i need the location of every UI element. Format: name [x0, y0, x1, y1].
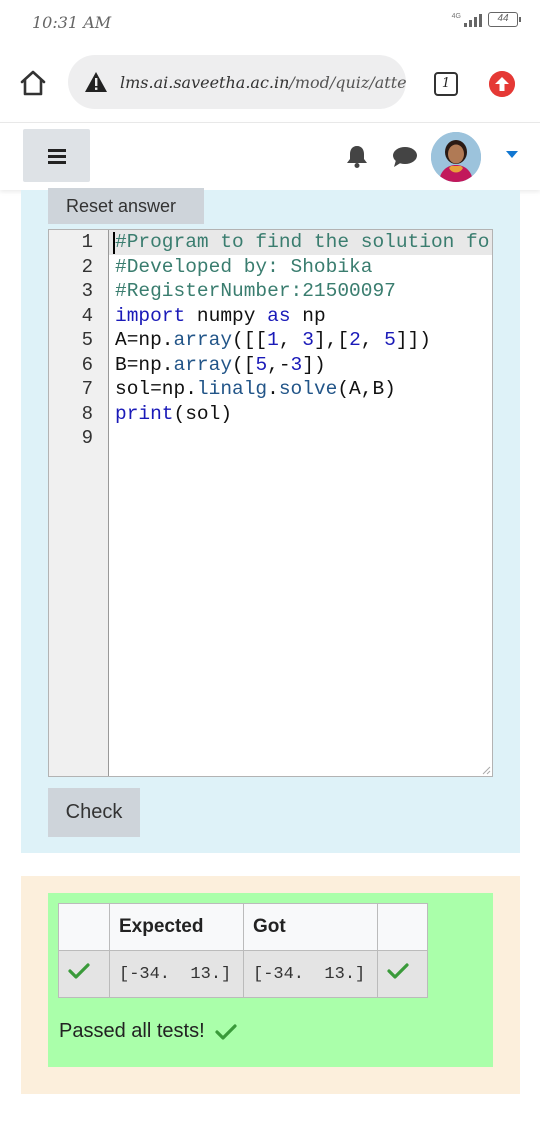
- status-indicators: 4G 44: [452, 12, 521, 27]
- code-token: ,: [278, 329, 303, 351]
- check-icon: [215, 1023, 237, 1040]
- code-token: 1: [267, 329, 279, 351]
- code-editor[interactable]: 123456789 #Program to find the solution …: [48, 229, 493, 777]
- code-token: array: [173, 329, 233, 351]
- header-got: Got: [243, 903, 378, 951]
- code-line[interactable]: sol=np.linalg.solve(A,B): [115, 377, 396, 402]
- code-token: ]]): [395, 329, 431, 351]
- passed-message: Passed all tests!: [59, 1020, 237, 1043]
- battery-icon: 44: [488, 12, 521, 27]
- expected-cell: [-34. 13.]: [109, 950, 244, 998]
- header-status: [58, 903, 110, 951]
- code-token: (sol): [173, 402, 233, 425]
- code-token: np: [290, 304, 326, 327]
- menu-lines-icon: [47, 148, 66, 164]
- line-number: 4: [81, 304, 93, 327]
- code-token: ([: [232, 353, 256, 376]
- caret-down-icon[interactable]: [506, 151, 518, 158]
- code-token: B=np.: [115, 353, 174, 376]
- code-token: ]): [302, 353, 326, 376]
- avatar-photo: [431, 132, 481, 182]
- code-line[interactable]: B=np.array([5,-3]): [115, 353, 326, 378]
- code-token: 2: [349, 329, 361, 351]
- code-token: ,: [360, 329, 385, 351]
- code-token: #RegisterNumber:21500097: [115, 280, 396, 302]
- code-token: import: [115, 304, 186, 327]
- code-token: 5: [384, 329, 396, 351]
- table-row: [-34. 13.] [-34. 13.]: [58, 950, 428, 998]
- test-results: Expected Got [-34. 13.] [-34. 13.] Passe…: [48, 893, 493, 1067]
- code-token: linalg: [196, 378, 268, 400]
- code-token: 5: [255, 353, 268, 376]
- resize-handle-icon[interactable]: [481, 765, 491, 775]
- line-number: 8: [81, 402, 93, 425]
- line-number: 9: [81, 427, 93, 449]
- address-bar[interactable]: lms.ai.saveetha.ac.in/mod/quiz/attem: [68, 55, 406, 109]
- header-result: [377, 903, 428, 951]
- line-number: 2: [81, 255, 93, 278]
- code-token: solve: [278, 378, 338, 400]
- hamburger-icon[interactable]: [23, 129, 90, 182]
- code-token: ([[: [232, 329, 268, 351]
- line-number: 3: [81, 280, 93, 302]
- code-line[interactable]: #RegisterNumber:21500097: [115, 279, 396, 304]
- line-number: 5: [81, 329, 93, 351]
- text-cursor: [113, 232, 115, 254]
- code-token: 3: [302, 329, 314, 351]
- line-number: 7: [81, 378, 93, 400]
- question-panel: Reset answer 123456789 #Program to find …: [21, 188, 520, 853]
- code-token: print: [115, 402, 174, 425]
- feedback-panel: Expected Got [-34. 13.] [-34. 13.] Passe…: [21, 876, 520, 1094]
- code-token: array: [173, 353, 233, 376]
- code-token: as: [267, 304, 291, 327]
- got-cell: [-34. 13.]: [243, 950, 378, 998]
- code-token: #Developed by: Shobika: [115, 255, 373, 278]
- warning-triangle-icon[interactable]: [84, 71, 108, 93]
- site-navbar: [0, 122, 540, 190]
- code-line[interactable]: print(sol): [115, 402, 232, 427]
- browser-toolbar: lms.ai.saveetha.ac.in/mod/quiz/attem 1: [0, 46, 540, 122]
- status-bar: 10:31 AM 4G 44: [0, 0, 540, 46]
- code-token: A=np.: [115, 329, 174, 351]
- results-table: Expected Got [-34. 13.] [-34. 13.]: [58, 903, 428, 998]
- check-button[interactable]: Check: [48, 788, 140, 837]
- code-token: (A,B): [337, 378, 396, 400]
- line-number: 6: [81, 353, 93, 376]
- avatar[interactable]: [431, 132, 481, 182]
- code-line[interactable]: #Developed by: Shobika: [115, 255, 372, 280]
- code-token: 3: [290, 353, 303, 376]
- network-type: 4G: [451, 13, 461, 20]
- code-token: .: [267, 378, 279, 400]
- bell-icon[interactable]: [346, 144, 368, 168]
- code-line[interactable]: A=np.array([[1, 3],[2, 5]]): [115, 328, 431, 353]
- home-icon[interactable]: [18, 68, 48, 98]
- code-line[interactable]: #Program to find the solution fo: [115, 230, 489, 255]
- check-icon: [387, 963, 409, 979]
- code-token: ,-: [267, 353, 291, 376]
- code-token: #Program to find the solution fo: [115, 231, 490, 253]
- header-expected: Expected: [109, 903, 244, 951]
- code-line[interactable]: import numpy as np: [115, 304, 326, 329]
- line-number: 1: [81, 231, 93, 253]
- reset-answer-button[interactable]: Reset answer: [48, 188, 204, 224]
- tab-switcher-button[interactable]: 1: [434, 72, 458, 96]
- row-status-cell: [58, 950, 110, 998]
- row-result-cell: [377, 950, 428, 998]
- url-text[interactable]: lms.ai.saveetha.ac.in/mod/quiz/attem: [120, 73, 406, 92]
- arrow-up-icon[interactable]: [489, 71, 515, 97]
- line-number-gutter: 123456789: [49, 230, 109, 776]
- passed-text: Passed all tests!: [59, 1020, 205, 1042]
- code-token: ],[: [313, 329, 350, 351]
- table-header-row: Expected Got: [58, 903, 428, 951]
- chat-bubble-icon[interactable]: [392, 146, 418, 168]
- signal-icon: 4G: [452, 13, 482, 27]
- code-token: numpy: [185, 304, 268, 327]
- code-token: sol=np.: [115, 378, 197, 400]
- check-icon: [68, 963, 90, 979]
- status-time: 10:31 AM: [32, 13, 112, 32]
